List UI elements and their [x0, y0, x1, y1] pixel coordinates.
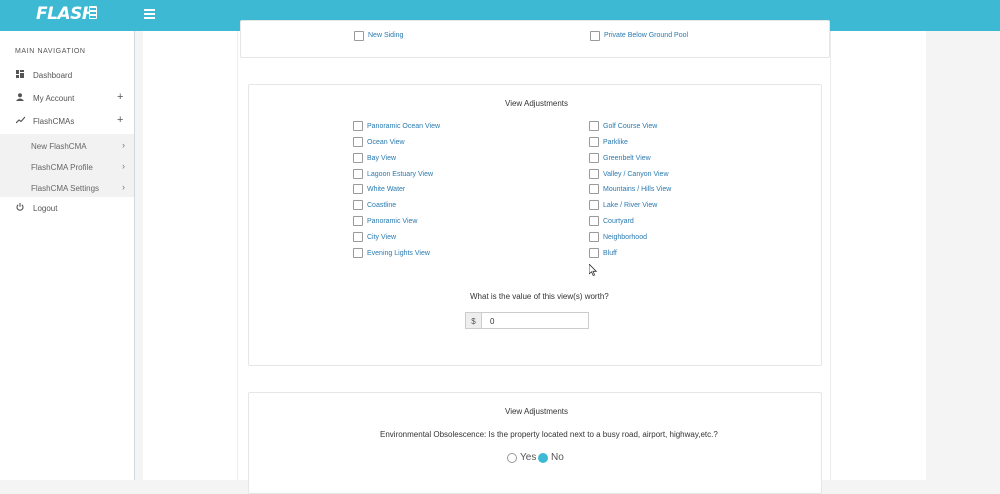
radio-yes-label[interactable]: Yes	[520, 452, 536, 463]
option-label[interactable]: Courtyard	[603, 218, 634, 225]
checkbox-coastline[interactable]	[353, 200, 363, 211]
checkbox-parklike[interactable]	[589, 136, 599, 147]
sidebar-subitem-flashcma-profile[interactable]: FlashCMA Profile ›	[0, 157, 134, 178]
option-label[interactable]: Panoramic View	[367, 218, 417, 225]
sidebar-submenu: New FlashCMA › FlashCMA Profile › FlashC…	[0, 134, 134, 197]
sidebar-subitem-flashcma-settings[interactable]: FlashCMA Settings ›	[0, 178, 134, 199]
sidebar-item-flashcmas[interactable]: FlashCMAs +	[0, 110, 134, 132]
sidebar-item-label: My Account	[33, 94, 75, 103]
checkbox-mountains-hills-view[interactable]	[589, 184, 599, 195]
option-label[interactable]: Lagoon Estuary View	[367, 171, 433, 178]
right-gutter	[926, 31, 1000, 480]
checkbox-greenbelt-view[interactable]	[589, 152, 599, 163]
currency-addon: $	[465, 312, 482, 329]
option-label[interactable]: Bay View	[367, 155, 396, 162]
hamburger-menu-icon[interactable]	[144, 9, 155, 19]
sidebar-item-logout[interactable]: Logout	[0, 197, 134, 219]
view-value-question: What is the value of this view(s) worth?	[470, 292, 609, 301]
panel-title: View Adjustments	[505, 407, 568, 416]
mouse-cursor-icon	[589, 264, 597, 276]
radio-yes[interactable]	[507, 453, 517, 463]
user-icon	[16, 93, 25, 102]
option-label[interactable]: Neighborhood	[603, 234, 647, 241]
view-value-input[interactable]: 0	[482, 312, 589, 329]
option-label[interactable]: Lake / River View	[603, 202, 657, 209]
checkbox-city-view[interactable]	[353, 231, 363, 242]
expand-plus-icon[interactable]: +	[117, 114, 123, 126]
sidebar-item-label: FlashCMAs	[33, 117, 75, 126]
environmental-question: Environmental Obsolescence: Is the prope…	[380, 430, 718, 439]
checkbox-bluff[interactable]	[589, 247, 599, 258]
option-label[interactable]: Coastline	[367, 202, 396, 209]
panel-title: View Adjustments	[505, 99, 568, 108]
sidebar-subitem-new-flashcma[interactable]: New FlashCMA ›	[0, 136, 134, 157]
checkbox-neighborhood[interactable]	[589, 231, 599, 242]
power-icon	[16, 203, 25, 212]
chart-line-icon	[15, 116, 26, 125]
option-label[interactable]: Evening Lights View	[367, 250, 430, 257]
app-logo[interactable]: FLASH	[36, 4, 96, 24]
features-panel: New Siding Private Below Ground Pool	[240, 20, 830, 58]
chevron-right-icon: ›	[122, 140, 125, 150]
sidebar-item-dashboard[interactable]: Dashboard	[0, 64, 134, 86]
checkbox-private-below-ground-pool[interactable]	[590, 31, 600, 41]
expand-plus-icon[interactable]: +	[117, 91, 123, 103]
logo-badge-icon	[89, 6, 97, 19]
option-label[interactable]: Bluff	[603, 250, 617, 257]
checkbox-new-siding[interactable]	[354, 31, 364, 41]
chevron-right-icon: ›	[122, 182, 125, 192]
checkbox-courtyard[interactable]	[589, 216, 599, 227]
option-label[interactable]: Greenbelt View	[603, 155, 651, 162]
checkbox-evening-lights-view[interactable]	[353, 247, 363, 258]
sidebar-item-label: Logout	[33, 204, 58, 213]
option-label[interactable]: Panoramic Ocean View	[367, 123, 440, 130]
checkbox-panoramic-ocean-view[interactable]	[353, 121, 363, 131]
option-label[interactable]: New Siding	[368, 32, 403, 39]
checkbox-lagoon-estuary-view[interactable]	[353, 168, 363, 179]
subitem-label: FlashCMA Settings	[31, 184, 100, 193]
dashboard-icon	[16, 70, 25, 79]
subitem-label: FlashCMA Profile	[31, 163, 93, 172]
radio-no[interactable]	[538, 453, 548, 463]
checkbox-ocean-view[interactable]	[353, 136, 363, 147]
checkbox-panoramic-view[interactable]	[353, 216, 363, 227]
checkbox-golf-course-view[interactable]	[589, 121, 599, 131]
nav-header: MAIN NAVIGATION	[15, 48, 86, 55]
option-label[interactable]: Golf Course View	[603, 123, 657, 130]
option-label[interactable]: Mountains / Hills View	[603, 186, 671, 193]
checkbox-lake-river-view[interactable]	[589, 200, 599, 211]
checkbox-white-water[interactable]	[353, 184, 363, 195]
sidebar: MAIN NAVIGATION Dashboard My Account + F…	[0, 31, 135, 480]
option-label[interactable]: White Water	[367, 186, 405, 193]
option-label[interactable]: Valley / Canyon View	[603, 171, 669, 178]
option-label[interactable]: Ocean View	[367, 139, 405, 146]
chevron-right-icon: ›	[122, 161, 125, 171]
checkbox-valley-canyon-view[interactable]	[589, 168, 599, 179]
checkbox-bay-view[interactable]	[353, 152, 363, 163]
sidebar-item-label: Dashboard	[33, 71, 73, 80]
sidebar-item-my-account[interactable]: My Account +	[0, 87, 134, 109]
radio-no-label[interactable]: No	[551, 452, 564, 463]
subitem-label: New FlashCMA	[31, 142, 87, 151]
option-label[interactable]: Parklike	[603, 139, 628, 146]
option-label[interactable]: City View	[367, 234, 396, 241]
option-label[interactable]: Private Below Ground Pool	[604, 32, 688, 39]
